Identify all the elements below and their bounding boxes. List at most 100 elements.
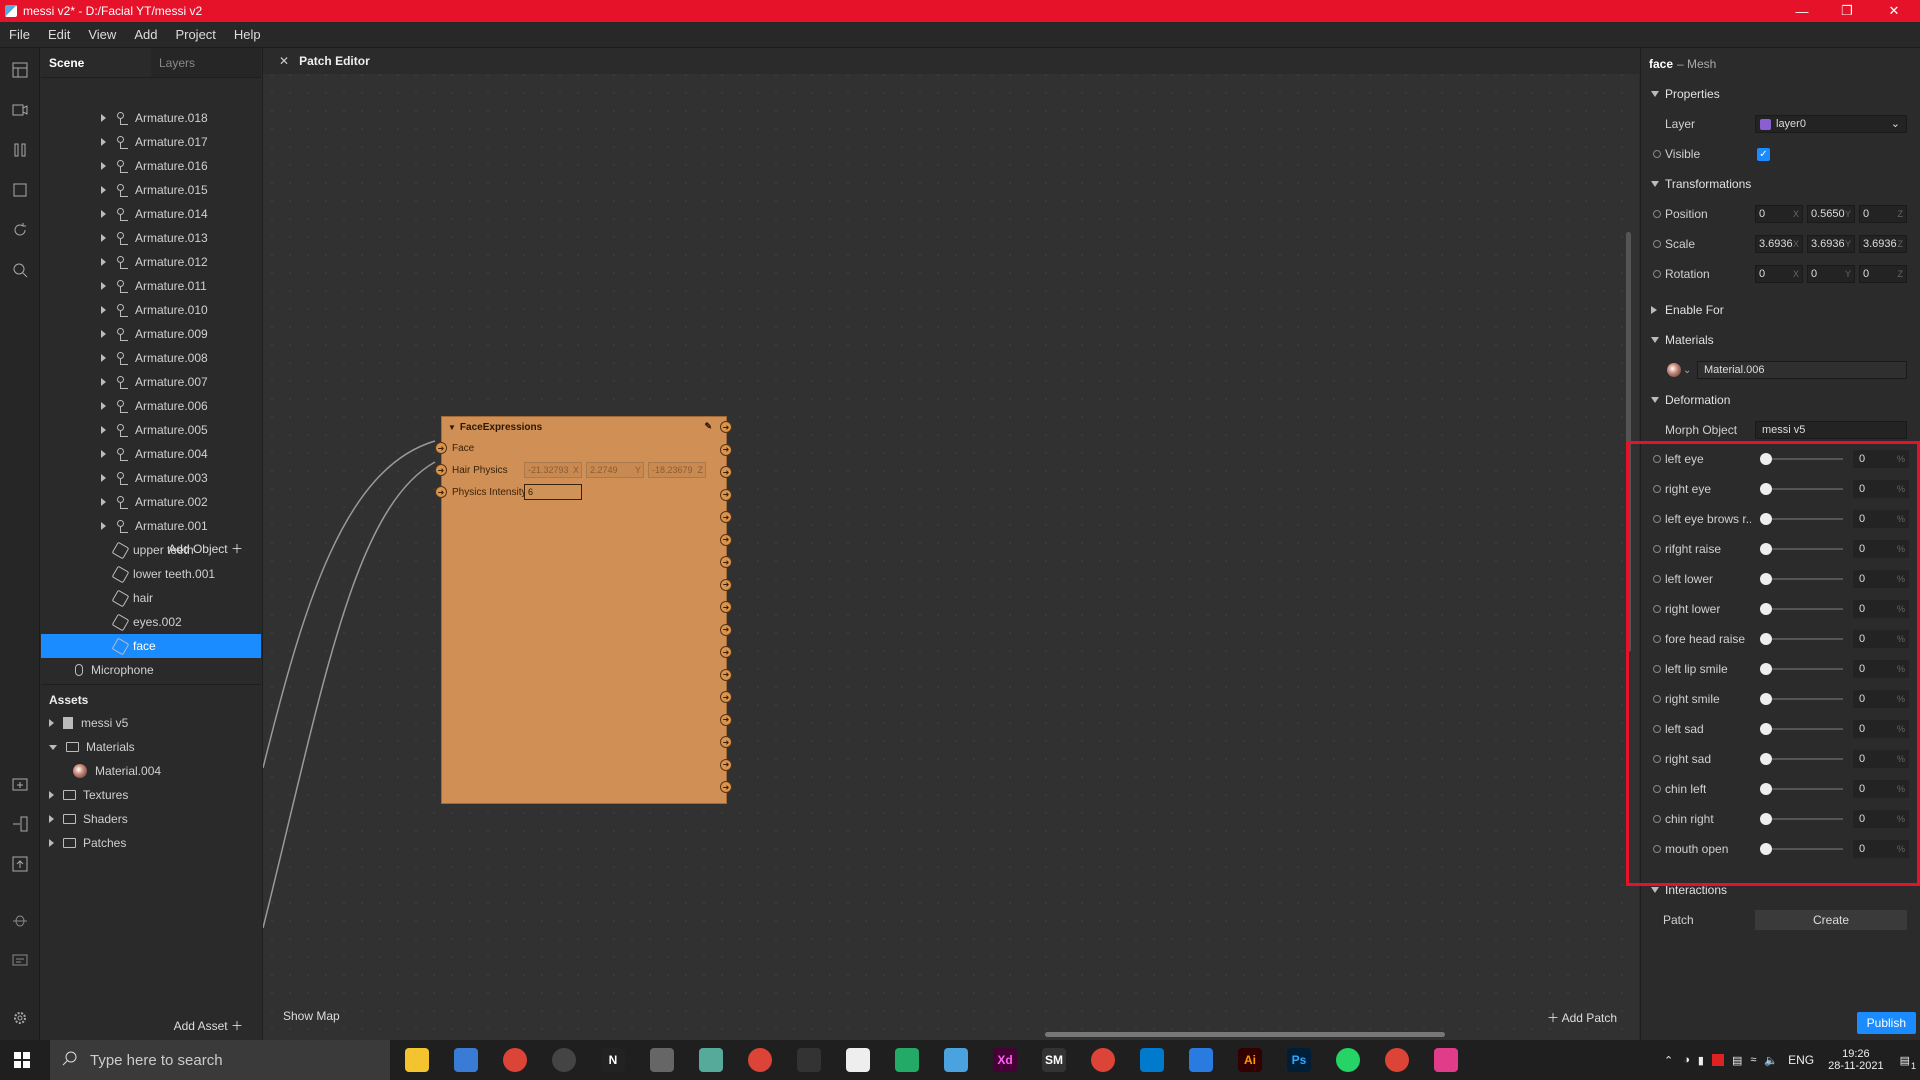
whatsapp-taskbar-icon[interactable] — [1336, 1048, 1360, 1072]
chrome-taskbar-icon[interactable] — [1091, 1048, 1115, 1072]
expand-triangle-icon[interactable] — [49, 815, 54, 823]
app-taskbar-icon[interactable] — [650, 1048, 674, 1072]
chevron-down-icon[interactable]: ⌄ — [1683, 365, 1691, 376]
edit-pencil-icon[interactable]: ✎ — [704, 421, 712, 432]
scene-item[interactable]: Armature.003 — [41, 466, 261, 490]
refresh-icon[interactable] — [10, 220, 30, 240]
spark-ar-taskbar-icon[interactable] — [1434, 1048, 1458, 1072]
physics-intensity-field[interactable]: 6 — [524, 484, 582, 500]
scene-item[interactable]: Armature.011 — [41, 274, 261, 298]
asset-item[interactable]: Materials — [41, 735, 261, 759]
restore-icon[interactable]: ❐ — [1825, 0, 1869, 22]
output-port[interactable]: ➜ — [720, 758, 732, 771]
send-to-device-icon[interactable] — [10, 814, 30, 834]
scene-item[interactable]: eyes.002 — [41, 610, 261, 634]
menu-help[interactable]: Help — [225, 27, 270, 42]
output-port[interactable]: ➜ — [720, 736, 732, 748]
rotation-y-field[interactable]: 0Y — [1807, 265, 1855, 283]
search-icon[interactable] — [10, 260, 30, 280]
scene-item[interactable]: Armature.009 — [41, 322, 261, 346]
app-tray-icon[interactable] — [1711, 1054, 1724, 1066]
settings-gear-icon[interactable] — [10, 1008, 30, 1028]
scene-item[interactable]: Armature.016 — [41, 154, 261, 178]
file-explorer-taskbar-icon[interactable] — [405, 1048, 429, 1072]
tab-scene[interactable]: Scene — [41, 48, 151, 77]
editor-taskbar-icon[interactable] — [895, 1048, 919, 1072]
scene-item[interactable]: Armature.014 — [41, 202, 261, 226]
volume-icon[interactable]: 🔈 — [1764, 1054, 1778, 1067]
expand-triangle-icon[interactable] — [49, 839, 54, 847]
output-port[interactable]: ➜ — [720, 466, 732, 478]
keyboard-icon[interactable]: ▤ — [1732, 1054, 1742, 1067]
output-port[interactable]: ➜ — [720, 646, 732, 658]
section-materials[interactable]: Materials — [1641, 328, 1920, 352]
output-port[interactable]: ➜ — [720, 781, 732, 793]
network-icon[interactable]: ◑ — [1683, 1054, 1690, 1066]
scene-item[interactable]: Microphone — [41, 658, 261, 682]
menu-file[interactable]: File — [0, 27, 39, 42]
console-icon[interactable] — [10, 950, 30, 970]
notification-icon[interactable]: ▤ 1 — [1900, 1054, 1916, 1071]
visible-checkbox[interactable]: ✓ — [1757, 148, 1770, 161]
expand-triangle-icon[interactable] — [101, 282, 106, 290]
publish-button[interactable]: Publish — [1856, 1012, 1916, 1034]
keyframe-arrow-icon[interactable] — [1653, 150, 1661, 158]
expand-triangle-icon[interactable] — [101, 258, 106, 266]
battery-icon[interactable]: ▮ — [1698, 1054, 1704, 1067]
rotation-z-field[interactable]: 0Z — [1859, 265, 1907, 283]
morph-object-field[interactable]: messi v5 — [1755, 421, 1907, 439]
expand-triangle-icon[interactable] — [101, 426, 106, 434]
pause-icon[interactable] — [10, 140, 30, 160]
menu-add[interactable]: Add — [125, 27, 166, 42]
windows-start-icon[interactable] — [14, 1052, 30, 1071]
collapse-triangle-icon[interactable]: ▼ — [448, 423, 456, 432]
scene-item[interactable]: Armature.008 — [41, 346, 261, 370]
output-port[interactable]: ➜ — [720, 443, 732, 456]
taskbar-search[interactable]: Type here to search — [50, 1040, 390, 1080]
scene-item[interactable]: Armature.017 — [41, 130, 261, 154]
photoshop-taskbar-icon[interactable]: Ps — [1287, 1048, 1311, 1072]
expand-triangle-icon[interactable] — [101, 498, 106, 506]
asset-item[interactable]: Shaders — [41, 807, 261, 831]
video-icon[interactable] — [10, 100, 30, 120]
output-port[interactable]: ➜ — [720, 691, 732, 703]
scene-item[interactable]: Armature.010 — [41, 298, 261, 322]
scene-item[interactable]: Armature.006 — [41, 394, 261, 418]
position-y-field[interactable]: 0.5650 Y — [1807, 205, 1855, 223]
store-taskbar-icon[interactable] — [454, 1048, 478, 1072]
upload-icon[interactable] — [10, 854, 30, 874]
position-z-field[interactable]: 0Z — [1859, 205, 1907, 223]
paint-taskbar-icon[interactable] — [699, 1048, 723, 1072]
menu-view[interactable]: View — [79, 27, 125, 42]
expand-triangle-icon[interactable] — [101, 162, 106, 170]
section-enable-for[interactable]: Enable For — [1641, 298, 1920, 322]
illustrator-taskbar-icon[interactable]: Ai — [1238, 1048, 1262, 1072]
section-properties[interactable]: Properties — [1641, 82, 1920, 106]
add-patch-button[interactable]: ＋ Add Patch — [1547, 1009, 1617, 1026]
expand-triangle-icon[interactable] — [101, 378, 106, 386]
bug-icon[interactable] — [10, 910, 30, 930]
minimize-icon[interactable]: — — [1780, 0, 1824, 22]
section-transformations[interactable]: Transformations — [1641, 172, 1920, 196]
scale-x-field[interactable]: 3.6936 X — [1755, 235, 1803, 253]
expand-triangle-icon[interactable] — [101, 306, 106, 314]
keyframe-arrow-icon[interactable] — [1653, 240, 1661, 248]
output-port[interactable]: ➜ — [720, 511, 732, 523]
expand-triangle-icon[interactable] — [49, 791, 54, 799]
show-map-button[interactable]: Show Map — [283, 1009, 340, 1023]
add-asset-button[interactable]: Add Asset ＋ — [174, 1017, 243, 1034]
output-port[interactable]: ➜ — [720, 421, 732, 433]
chevron-up-icon[interactable]: ⌃ — [1664, 1054, 1673, 1067]
output-port[interactable]: ➜ — [720, 713, 732, 726]
obs-taskbar-icon[interactable] — [552, 1048, 576, 1072]
expand-triangle-icon[interactable] — [101, 450, 106, 458]
position-x-field[interactable]: 0X — [1755, 205, 1803, 223]
add-object-button[interactable]: Add Object ＋ — [168, 540, 243, 557]
scene-item[interactable]: face — [41, 634, 261, 658]
layout-icon[interactable] — [10, 60, 30, 80]
hair-physics-y-field[interactable]: 2.2749 Y — [586, 462, 644, 478]
scene-item[interactable]: Armature.015 — [41, 178, 261, 202]
layer-dropdown[interactable]: layer0 ⌄ — [1755, 115, 1907, 133]
xd-taskbar-icon[interactable]: Xd — [993, 1048, 1017, 1072]
output-port[interactable]: ➜ — [720, 556, 732, 568]
